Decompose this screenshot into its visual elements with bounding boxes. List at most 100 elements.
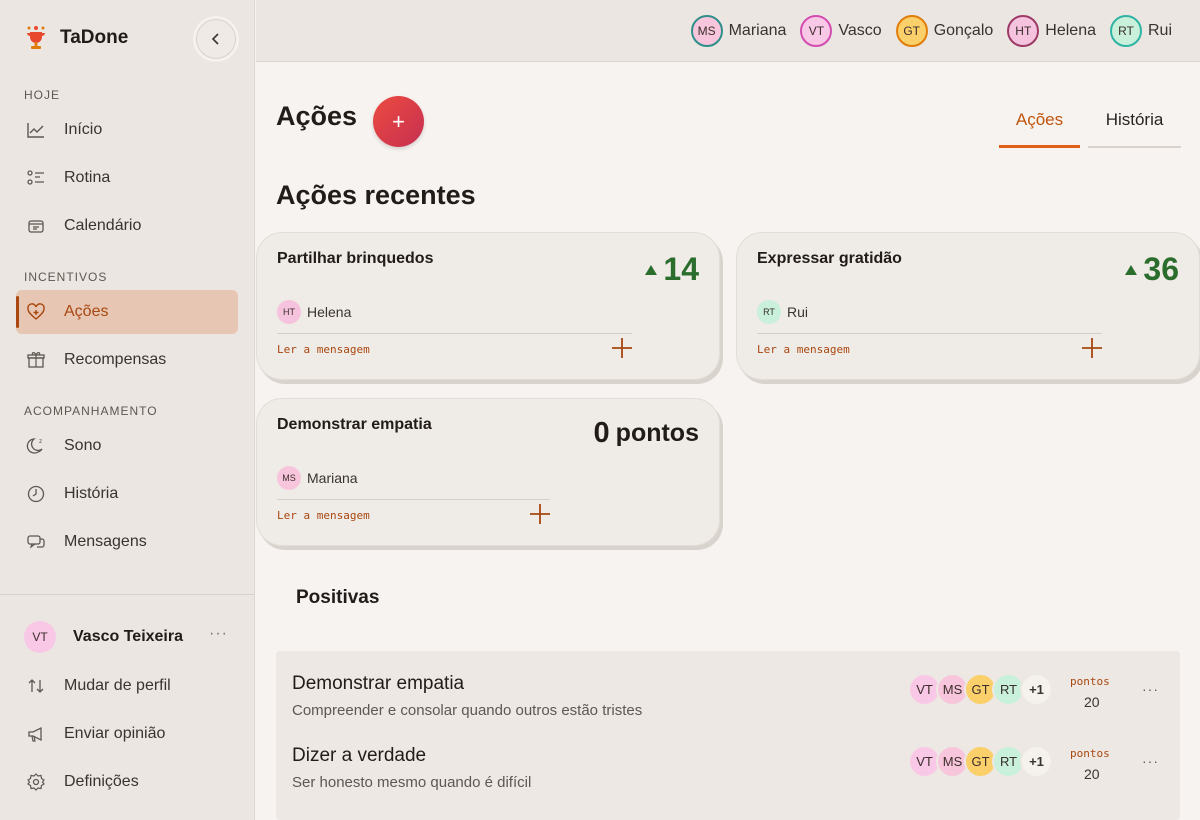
card-person: RT Rui bbox=[757, 300, 808, 324]
avatar: GT bbox=[895, 15, 928, 47]
action-title: Demonstrar empatia bbox=[292, 673, 465, 694]
card-person: MS Mariana bbox=[277, 466, 358, 490]
action-title: Dizer a verdade bbox=[292, 745, 427, 766]
card-score: 36 bbox=[1125, 251, 1179, 288]
gear-icon bbox=[27, 773, 45, 791]
profile[interactable]: VT Vasco Teixeira ··· bbox=[24, 621, 234, 653]
profile-name: Vasco Teixeira bbox=[73, 628, 183, 645]
sidebar-item-label: Sono bbox=[64, 437, 102, 454]
member-name: Helena bbox=[1045, 22, 1096, 39]
score-value: 36 bbox=[1143, 251, 1179, 287]
more-avatars-badge: +1 bbox=[1020, 745, 1053, 778]
card-title: Expressar gratidão bbox=[757, 250, 902, 267]
list-item[interactable]: Dizer a verdade Ser honesto mesmo quando… bbox=[292, 745, 1172, 805]
avatar: HT bbox=[277, 300, 301, 324]
send-feedback-button[interactable]: Enviar opinião bbox=[16, 712, 238, 756]
section-title-incentivos: INCENTIVOS bbox=[24, 270, 108, 284]
brand[interactable]: TaDone bbox=[24, 24, 128, 52]
recent-action-card[interactable]: Expressar gratidão 36 RT Rui Ler a mensa… bbox=[736, 232, 1200, 380]
sidebar-item-label: Mudar de perfil bbox=[64, 677, 171, 694]
chevron-left-icon bbox=[211, 33, 219, 45]
section-title-hoje: HOJE bbox=[24, 88, 61, 102]
tab-acoes[interactable]: Ações bbox=[999, 110, 1080, 148]
sidebar-item-historia[interactable]: História bbox=[16, 472, 238, 516]
more-avatars-badge: +1 bbox=[1020, 673, 1053, 706]
calendar-icon bbox=[28, 220, 44, 233]
profile-more-button[interactable]: ··· bbox=[209, 625, 228, 643]
sidebar-item-sono[interactable]: z Sono bbox=[16, 424, 238, 468]
avatar: VT bbox=[24, 621, 56, 653]
member-name: Rui bbox=[1147, 22, 1172, 39]
member-vasco[interactable]: VT Vasco bbox=[800, 15, 882, 47]
sidebar-item-inicio[interactable]: Início bbox=[16, 108, 238, 152]
heart-plus-icon bbox=[27, 303, 45, 320]
settings-button[interactable]: Definições bbox=[16, 760, 238, 804]
recent-action-card[interactable]: Partilhar brinquedos 14 HT Helena Ler a … bbox=[256, 232, 720, 380]
add-action-button[interactable]: + bbox=[373, 96, 424, 147]
action-description: Ser honesto mesmo quando é difícil bbox=[292, 774, 532, 791]
points-label: pontos bbox=[1070, 747, 1110, 760]
recent-action-card[interactable]: Demonstrar empatia 0 pontos MS Mariana L… bbox=[256, 398, 720, 546]
sidebar-item-label: Rotina bbox=[64, 169, 111, 186]
points-value: 20 bbox=[1084, 694, 1100, 710]
sidebar-item-rotina[interactable]: Rotina bbox=[16, 156, 238, 200]
collapse-sidebar-button[interactable] bbox=[196, 19, 236, 59]
list-item[interactable]: Demonstrar empatia Compreender e consola… bbox=[292, 673, 1172, 733]
person-name: Helena bbox=[307, 304, 352, 320]
plus-icon[interactable] bbox=[1081, 337, 1103, 359]
score-unit: pontos bbox=[615, 419, 699, 447]
up-arrow-icon bbox=[1125, 264, 1138, 275]
avatar: RT bbox=[1109, 15, 1142, 47]
sidebar-item-calendario[interactable]: Calendário bbox=[16, 204, 238, 248]
trophy-logo-icon bbox=[27, 26, 45, 49]
sidebar-item-label: História bbox=[64, 485, 119, 502]
card-title: Partilhar brinquedos bbox=[277, 250, 434, 267]
brand-name: TaDone bbox=[60, 27, 129, 48]
plus-icon[interactable] bbox=[611, 337, 633, 359]
avatar: RT bbox=[757, 300, 781, 324]
sidebar-item-label: Ações bbox=[64, 303, 109, 320]
chart-line-icon bbox=[27, 123, 44, 138]
row-menu-button[interactable]: ··· bbox=[1142, 753, 1159, 769]
sidebar-item-label: Definições bbox=[64, 773, 139, 790]
card-score: 14 bbox=[645, 251, 699, 288]
score-value: 0 bbox=[593, 417, 610, 449]
up-arrow-icon bbox=[645, 264, 658, 275]
points-value: 20 bbox=[1084, 766, 1100, 782]
member-name: Mariana bbox=[728, 22, 787, 39]
moon-icon: z bbox=[26, 438, 43, 454]
member-mariana[interactable]: MS Mariana bbox=[690, 15, 787, 47]
divider bbox=[277, 499, 550, 500]
megaphone-icon bbox=[28, 726, 42, 742]
sidebar-item-recompensas[interactable]: Recompensas bbox=[16, 338, 238, 382]
checklist-icon bbox=[27, 170, 44, 185]
member-name: Vasco bbox=[838, 22, 882, 39]
assigned-avatars: VT MS GT RT +1 bbox=[908, 673, 1053, 706]
plus-icon[interactable] bbox=[529, 503, 551, 525]
chat-icon bbox=[27, 535, 45, 549]
divider bbox=[757, 333, 1102, 334]
sidebar-item-mensagens[interactable]: Mensagens bbox=[16, 520, 238, 564]
member-goncalo[interactable]: GT Gonçalo bbox=[895, 15, 993, 47]
read-message-link[interactable]: Ler a mensagem bbox=[277, 343, 370, 356]
sidebar-item-acoes[interactable]: Ações bbox=[16, 290, 238, 334]
score-value: 14 bbox=[663, 251, 699, 287]
recent-actions-heading: Ações recentes bbox=[276, 180, 476, 210]
sidebar-divider bbox=[0, 594, 255, 595]
clock-icon bbox=[27, 485, 45, 503]
person-name: Rui bbox=[787, 304, 809, 320]
member-rui[interactable]: RT Rui bbox=[1109, 15, 1172, 47]
row-menu-button[interactable]: ··· bbox=[1142, 681, 1159, 697]
tab-historia[interactable]: História bbox=[1088, 110, 1181, 148]
sidebar-item-label: Recompensas bbox=[64, 351, 167, 368]
switch-profile-button[interactable]: Mudar de perfil bbox=[16, 664, 238, 708]
positive-actions-list: Demonstrar empatia Compreender e consola… bbox=[276, 651, 1180, 820]
sidebar: TaDone HOJE Início Rotina Calendário INC… bbox=[0, 0, 255, 820]
read-message-link[interactable]: Ler a mensagem bbox=[277, 509, 370, 522]
card-score: 0 pontos bbox=[594, 417, 699, 450]
divider bbox=[277, 333, 632, 334]
read-message-link[interactable]: Ler a mensagem bbox=[757, 343, 850, 356]
member-helena[interactable]: HT Helena bbox=[1007, 15, 1096, 47]
card-title: Demonstrar empatia bbox=[277, 416, 432, 433]
avatar: VT bbox=[800, 15, 833, 47]
